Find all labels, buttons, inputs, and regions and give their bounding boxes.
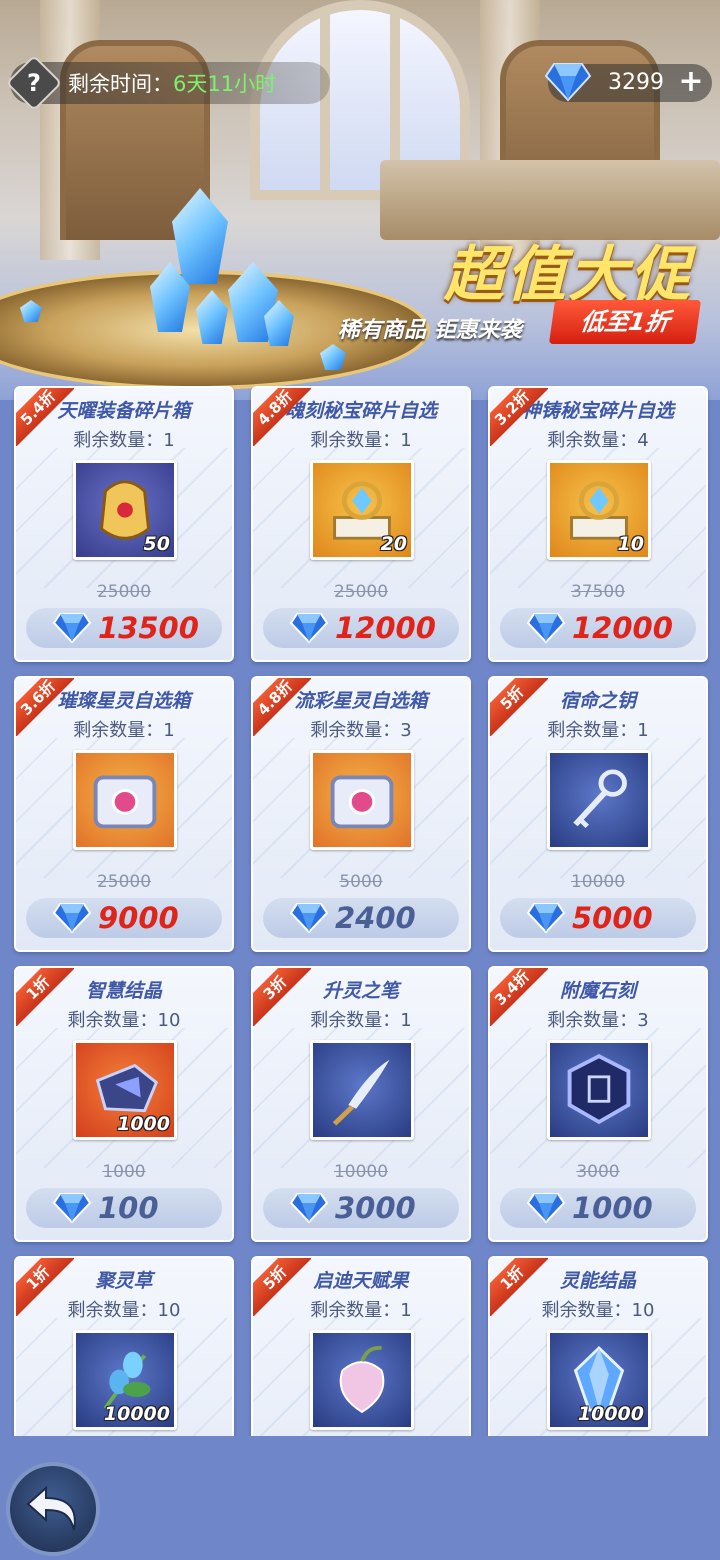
- original-price: 10000: [333, 1162, 389, 1182]
- diamond-icon: [544, 63, 592, 102]
- key-icon: [547, 750, 651, 850]
- blue-crystal-icon: 10000: [547, 1330, 651, 1430]
- shop-item-card[interactable]: 5折 宿命之钥 剩余数量：1 10000 5000: [488, 676, 708, 952]
- promo-badge: 低至1折: [548, 300, 702, 344]
- discount-tag: 4.8折: [253, 388, 311, 446]
- currency-bar: 3299 +: [544, 63, 712, 102]
- shop-item-card[interactable]: 1折 灵能结晶 剩余数量：10 10000: [488, 1256, 708, 1436]
- rune-stone-icon: [547, 1040, 651, 1140]
- buy-button[interactable]: 9000: [26, 898, 222, 938]
- shop-item-card[interactable]: 3.6折 璀璨星灵自选箱 剩余数量：1 25000 9000: [14, 676, 234, 952]
- original-price: 25000: [333, 582, 389, 602]
- buy-button[interactable]: 13500: [26, 608, 222, 648]
- buy-button[interactable]: 3000: [263, 1188, 459, 1228]
- relic-orb-icon: 20: [310, 460, 414, 560]
- back-arrow-icon: [26, 1485, 76, 1531]
- shop-item-card[interactable]: 3折 升灵之笔 剩余数量：1 10000 3000: [251, 966, 471, 1242]
- discount-tag: 1折: [16, 1258, 74, 1316]
- item-quantity: 10000: [577, 1403, 644, 1425]
- sale-price: 100: [98, 1191, 159, 1225]
- buy-button[interactable]: 2400: [263, 898, 459, 938]
- diamond-icon: [526, 903, 566, 934]
- sale-price: 13500: [98, 611, 199, 645]
- discount-tag: 5折: [253, 1258, 311, 1316]
- discount-tag: 3.6折: [16, 678, 74, 736]
- buy-button[interactable]: 5000: [500, 898, 696, 938]
- original-price: 1000: [102, 1162, 146, 1182]
- original-price: 3000: [576, 1162, 620, 1182]
- discount-tag: 3折: [253, 968, 311, 1026]
- item-quantity: 1000: [117, 1113, 170, 1135]
- discount-tag: 3.4折: [490, 968, 548, 1026]
- fruit-icon: [310, 1330, 414, 1430]
- shop-item-card[interactable]: 4.8折 魂刻秘宝碎片自选 剩余数量：1 20 25000 12000: [251, 386, 471, 662]
- shop-item-card[interactable]: 5折 启迪天赋果 剩余数量：1: [251, 1256, 471, 1436]
- timer-label: 剩余时间：: [68, 72, 173, 96]
- discount-tag: 5折: [490, 678, 548, 736]
- buy-button[interactable]: 1000: [500, 1188, 696, 1228]
- promo-banner: 超值大促 稀有商品 钜惠来袭 低至1折: [0, 0, 720, 400]
- sale-price: 1000: [572, 1191, 653, 1225]
- item-quantity: 10000: [103, 1403, 170, 1425]
- shop-grid: 5.4折 天曜装备碎片箱 剩余数量：1 50 25000 13500 4.8折 魂刻秘宝碎片自…: [0, 380, 720, 1436]
- original-price: 5000: [339, 872, 383, 892]
- back-button[interactable]: [6, 1462, 100, 1556]
- original-price: 25000: [96, 872, 152, 892]
- diamond-icon: [289, 613, 329, 644]
- original-price: 10000: [570, 872, 626, 892]
- original-price: 25000: [96, 582, 152, 602]
- sale-price: 2400: [335, 901, 416, 935]
- item-quantity: 50: [143, 533, 170, 555]
- buy-button[interactable]: 100: [26, 1188, 222, 1228]
- shop-item-card[interactable]: 1折 智慧结晶 剩余数量：10 1000 1000 100: [14, 966, 234, 1242]
- sale-price: 12000: [335, 611, 436, 645]
- diamond-icon: [52, 613, 92, 644]
- shop-item-card[interactable]: 5.4折 天曜装备碎片箱 剩余数量：1 50 25000 13500: [14, 386, 234, 662]
- sale-price: 5000: [572, 901, 653, 935]
- diamond-icon: [526, 613, 566, 644]
- discount-tag: 3.2折: [490, 388, 548, 446]
- currency-value: 3299: [608, 70, 664, 95]
- buy-button[interactable]: 12000: [263, 608, 459, 648]
- shop-item-card[interactable]: 1折 聚灵草 剩余数量：10 10000: [14, 1256, 234, 1436]
- discount-tag: 1折: [16, 968, 74, 1026]
- sale-price: 3000: [335, 1191, 416, 1225]
- buy-button[interactable]: 12000: [500, 608, 696, 648]
- diamond-icon: [289, 903, 329, 934]
- discount-tag: 1折: [490, 1258, 548, 1316]
- sale-price: 9000: [98, 901, 179, 935]
- crystal-icon: 1000: [73, 1040, 177, 1140]
- diamond-icon: [289, 1193, 329, 1224]
- shop-item-card[interactable]: 4.8折 流彩星灵自选箱 剩余数量：3 5000 2400: [251, 676, 471, 952]
- chest-icon: [73, 750, 177, 850]
- diamond-icon: [52, 903, 92, 934]
- timer-bar: ? 剩余时间： 6天11小时: [5, 54, 330, 112]
- armor-icon: 50: [73, 460, 177, 560]
- item-quantity: 20: [380, 533, 407, 555]
- original-price: 37500: [570, 582, 626, 602]
- discount-tag: 5.4折: [16, 388, 74, 446]
- shop-item-card[interactable]: 3.2折 神铸秘宝碎片自选 剩余数量：4 10 37500 12000: [488, 386, 708, 662]
- diamond-icon: [526, 1193, 566, 1224]
- sale-price: 12000: [572, 611, 673, 645]
- plus-icon[interactable]: +: [676, 67, 706, 98]
- timer-value: 6天11小时: [173, 72, 277, 96]
- discount-tag: 4.8折: [253, 678, 311, 736]
- promo-subtitle: 稀有商品 钜惠来袭: [338, 318, 522, 343]
- diamond-icon: [52, 1193, 92, 1224]
- relic-orb-icon: 10: [547, 460, 651, 560]
- quill-icon: [310, 1040, 414, 1140]
- shop-item-card[interactable]: 3.4折 附魔石刻 剩余数量：3 3000 1000: [488, 966, 708, 1242]
- chest-icon: [310, 750, 414, 850]
- herb-icon: 10000: [73, 1330, 177, 1430]
- item-quantity: 10: [617, 533, 644, 555]
